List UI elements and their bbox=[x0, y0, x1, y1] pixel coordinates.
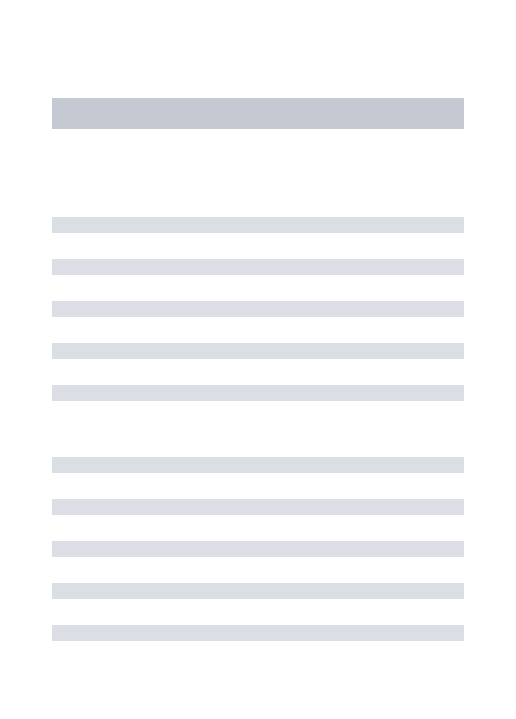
skeleton-line bbox=[52, 217, 464, 233]
skeleton-group bbox=[52, 217, 464, 401]
skeleton-line bbox=[52, 259, 464, 275]
skeleton-line bbox=[52, 343, 464, 359]
skeleton-line bbox=[52, 541, 464, 557]
skeleton-header-bar bbox=[52, 98, 464, 129]
skeleton-line bbox=[52, 499, 464, 515]
skeleton-page bbox=[0, 0, 516, 719]
skeleton-line bbox=[52, 301, 464, 317]
skeleton-line bbox=[52, 583, 464, 599]
skeleton-line bbox=[52, 457, 464, 473]
skeleton-line bbox=[52, 625, 464, 641]
skeleton-line bbox=[52, 385, 464, 401]
skeleton-group bbox=[52, 457, 464, 641]
skeleton-gap bbox=[52, 427, 464, 457]
